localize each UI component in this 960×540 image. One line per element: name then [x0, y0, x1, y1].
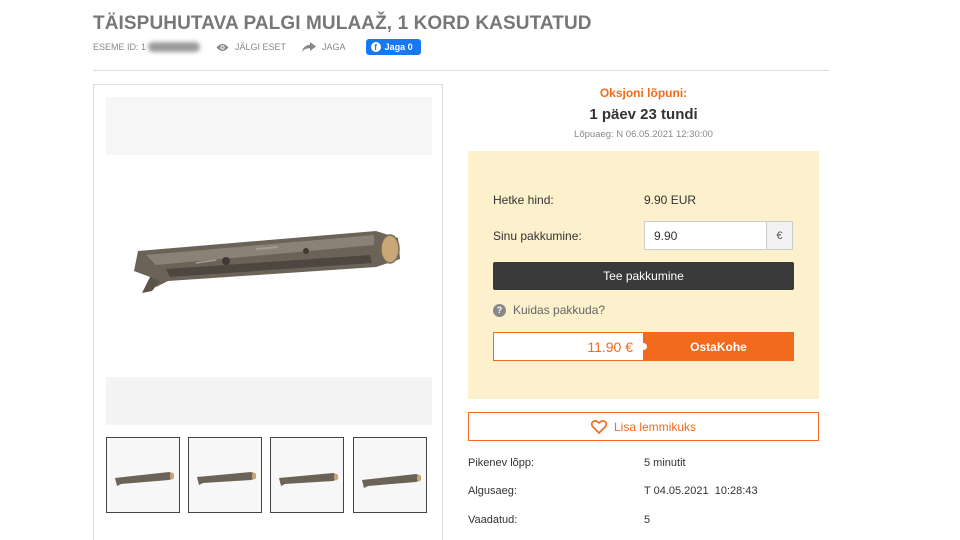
log-thumbnail — [115, 472, 174, 486]
detail-label: Vaadatud: — [468, 514, 518, 526]
image-gallery — [93, 84, 443, 540]
auction-ends-label: Oksjoni lõpuni: — [599, 86, 688, 100]
detail-value: T 04.05.2021 10:28:43 — [644, 485, 758, 497]
add-to-favorites-button[interactable]: Lisa lemmikuks — [468, 412, 819, 441]
detail-label: Algusaeg: — [468, 485, 517, 497]
log-thumbnail — [279, 473, 338, 486]
thumbnail-1[interactable] — [106, 437, 180, 513]
main-product-photo[interactable] — [106, 97, 432, 425]
thumbnail-3[interactable] — [270, 437, 344, 513]
eye-icon — [216, 43, 229, 51]
item-id-label: ESEME ID: 1 — [93, 42, 147, 52]
buy-now-price: 11.90 € — [493, 332, 644, 361]
detail-value: 5 — [644, 514, 651, 526]
how-to-bid-link[interactable]: ? Kuidas pakkuda? — [493, 303, 605, 317]
your-bid-label: Sinu pakkumine: — [493, 229, 582, 243]
buy-now-button[interactable]: OstaKohe — [640, 332, 794, 361]
buy-now-label: OstaKohe — [690, 339, 747, 354]
place-bid-button[interactable]: Tee pakkumine — [493, 262, 794, 290]
share-label: JAGA — [322, 42, 346, 52]
item-meta-bar: ESEME ID: 1 JÄLGI ESET JAGA f Jaga 0 — [93, 39, 421, 55]
current-price-value: 9.90 EUR — [644, 193, 697, 207]
thumbnail-4[interactable] — [353, 437, 427, 513]
share-arrow-icon — [302, 42, 317, 52]
facebook-share-button[interactable]: f Jaga 0 — [365, 39, 421, 55]
bidding-panel: Hetke hind: 9.90 EUR Sinu pakkumine: € T… — [468, 151, 819, 399]
heart-icon — [590, 419, 607, 434]
currency-addon: € — [766, 221, 793, 250]
detail-row-views: Vaadatud: 5 — [468, 509, 819, 529]
detail-row-start-time: Algusaeg: T 04.05.2021 10:28:43 — [468, 480, 819, 500]
item-id: ESEME ID: 1 — [93, 42, 201, 52]
question-icon: ? — [493, 303, 506, 317]
log-photo — [134, 231, 400, 293]
item-id-redacted — [148, 42, 201, 52]
watch-item-label: JÄLGI ESET — [235, 42, 287, 52]
thumbnail-2[interactable] — [188, 437, 262, 513]
facebook-share-label: Jaga 0 — [384, 42, 413, 52]
page-title: TÄISPUHUTAVA PALGI MULAAŽ, 1 KORD KASUTA… — [93, 13, 592, 34]
thumbnail-strip — [106, 437, 432, 515]
share-link[interactable]: JAGA — [302, 42, 346, 52]
detail-label: Pikenev lõpp: — [468, 457, 535, 469]
add-to-favorites-label: Lisa lemmikuks — [613, 419, 697, 434]
bid-amount-input[interactable] — [644, 221, 767, 250]
current-price-label: Hetke hind: — [493, 193, 554, 207]
log-thumbnail — [197, 472, 256, 485]
log-thumbnail — [362, 474, 421, 488]
time-remaining: 1 päev 23 tundi — [589, 106, 698, 123]
auction-end-time: Lõpuaeg: N 06.05.2021 12:30:00 — [574, 129, 713, 140]
facebook-icon: f — [370, 42, 381, 52]
header-divider — [93, 70, 829, 71]
watch-item-link[interactable]: JÄLGI ESET — [216, 42, 286, 52]
auction-countdown: Oksjoni lõpuni: 1 päev 23 tundi Lõpuaeg:… — [468, 86, 819, 140]
detail-value: 5 minutit — [644, 457, 686, 469]
how-to-bid-label: Kuidas pakkuda? — [513, 303, 606, 317]
connector-dot — [640, 343, 647, 350]
detail-row-extended-end: Pikenev lõpp: 5 minutit — [468, 452, 819, 472]
